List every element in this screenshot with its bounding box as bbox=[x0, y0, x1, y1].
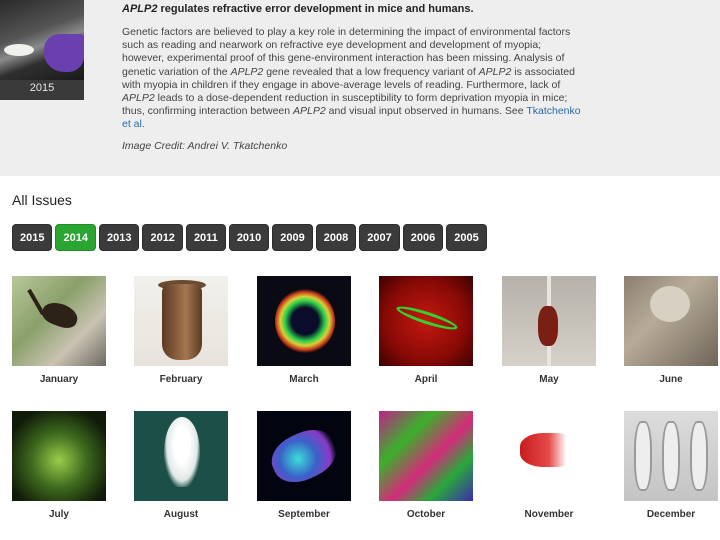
featured-title: APLP2 regulates refractive error develop… bbox=[122, 3, 474, 15]
year-button-2013[interactable]: 2013 bbox=[98, 224, 140, 251]
year-button-2005[interactable]: 2005 bbox=[446, 224, 487, 251]
issue-month-label[interactable]: July bbox=[12, 509, 106, 520]
featured-cover-year: 2015 bbox=[29, 82, 55, 94]
issue-cover-image[interactable] bbox=[134, 411, 228, 501]
issue-september[interactable]: September bbox=[257, 411, 351, 520]
issue-august[interactable]: August bbox=[134, 411, 228, 520]
issue-november[interactable]: November bbox=[502, 411, 596, 520]
issue-month-label[interactable]: June bbox=[624, 374, 718, 385]
year-button-2006[interactable]: 2006 bbox=[402, 224, 444, 251]
issue-month-label[interactable]: September bbox=[257, 509, 351, 520]
issue-cover-image[interactable] bbox=[134, 276, 228, 366]
issue-month-label[interactable]: October bbox=[379, 509, 473, 520]
issue-month-label[interactable]: April bbox=[379, 374, 473, 385]
mouse-illustration bbox=[4, 44, 34, 56]
featured-cover-panel: 2015 APLP2 regulates refractive error de… bbox=[0, 0, 720, 176]
issue-month-label[interactable]: December bbox=[624, 509, 718, 520]
issue-july[interactable]: July bbox=[12, 411, 106, 520]
year-button-2012[interactable]: 2012 bbox=[142, 224, 183, 251]
issue-march[interactable]: March bbox=[257, 276, 351, 385]
issue-june[interactable]: June bbox=[624, 276, 718, 385]
featured-description: APLP2 regulates refractive error develop… bbox=[122, 2, 582, 152]
issue-month-label[interactable]: February bbox=[134, 374, 228, 385]
issue-cover-image[interactable] bbox=[12, 411, 106, 501]
gloved-hand-illustration bbox=[44, 34, 84, 72]
issue-cover-image[interactable] bbox=[624, 276, 718, 366]
issue-month-label[interactable]: May bbox=[502, 374, 596, 385]
issue-month-label[interactable]: August bbox=[134, 509, 228, 520]
issue-january[interactable]: January bbox=[12, 276, 106, 385]
year-button-2015[interactable]: 2015 bbox=[12, 224, 53, 251]
issue-cover-image[interactable] bbox=[379, 276, 473, 366]
year-selector: 2015 2014 2013 2012 2011 2010 2009 2008 2007 2006… bbox=[12, 224, 487, 251]
issue-october[interactable]: October bbox=[379, 411, 473, 520]
issue-cover-image[interactable] bbox=[12, 276, 106, 366]
year-button-2011[interactable]: 2011 bbox=[185, 224, 226, 251]
issue-december[interactable]: December bbox=[624, 411, 718, 520]
section-title: All Issues bbox=[12, 192, 72, 208]
issue-may[interactable]: May bbox=[502, 276, 596, 385]
issue-cover-image[interactable] bbox=[502, 276, 596, 366]
featured-body: Genetic factors are believed to play a k… bbox=[122, 26, 581, 131]
year-button-2007[interactable]: 2007 bbox=[359, 224, 400, 251]
issue-february[interactable]: February bbox=[134, 276, 228, 385]
issue-month-label[interactable]: January bbox=[12, 374, 106, 385]
issue-cover-image[interactable] bbox=[624, 411, 718, 501]
issue-april[interactable]: April bbox=[379, 276, 473, 385]
year-button-2010[interactable]: 2010 bbox=[228, 224, 270, 251]
issue-cover-image[interactable] bbox=[502, 411, 596, 501]
issue-month-label[interactable]: March bbox=[257, 374, 351, 385]
image-credit: Image Credit: Andrei V. Tkatchenko bbox=[122, 139, 288, 152]
year-button-2014[interactable]: 2014 bbox=[55, 224, 96, 251]
issue-cover-image[interactable] bbox=[257, 411, 351, 501]
issue-month-label[interactable]: November bbox=[502, 509, 596, 520]
issue-cover-image[interactable] bbox=[379, 411, 473, 501]
issue-cover-image[interactable] bbox=[257, 276, 351, 366]
year-button-2009[interactable]: 2009 bbox=[272, 224, 313, 251]
featured-cover-image[interactable]: 2015 bbox=[0, 0, 84, 100]
year-button-2008[interactable]: 2008 bbox=[315, 224, 357, 251]
